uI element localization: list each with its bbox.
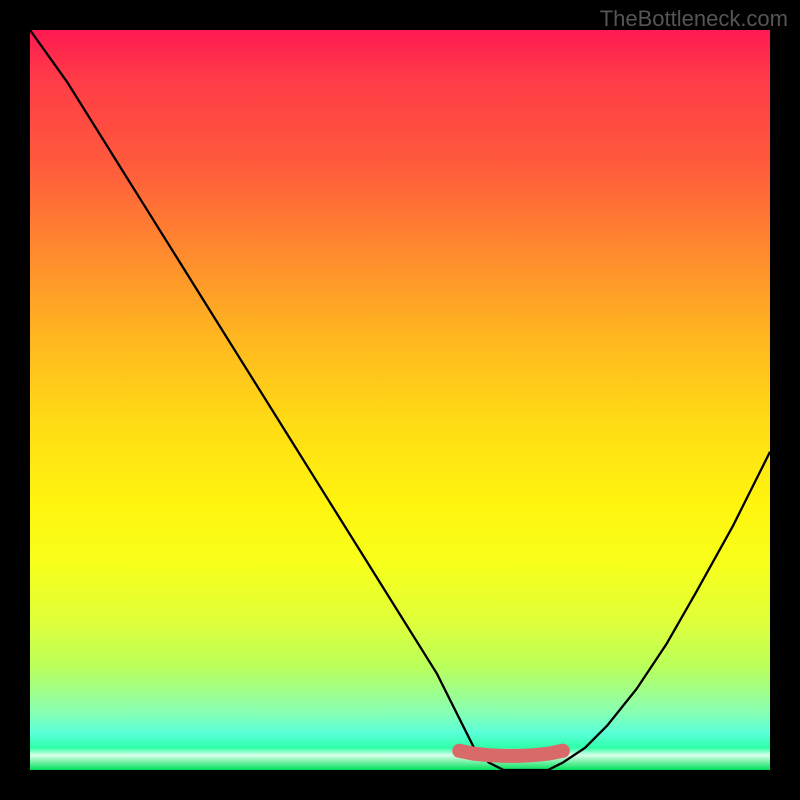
chart-svg (30, 30, 770, 770)
optimal-range-end-dot (556, 744, 570, 758)
optimal-range-marker (459, 751, 563, 756)
bottleneck-curve-line (30, 30, 770, 770)
watermark-text: TheBottleneck.com (600, 6, 788, 32)
